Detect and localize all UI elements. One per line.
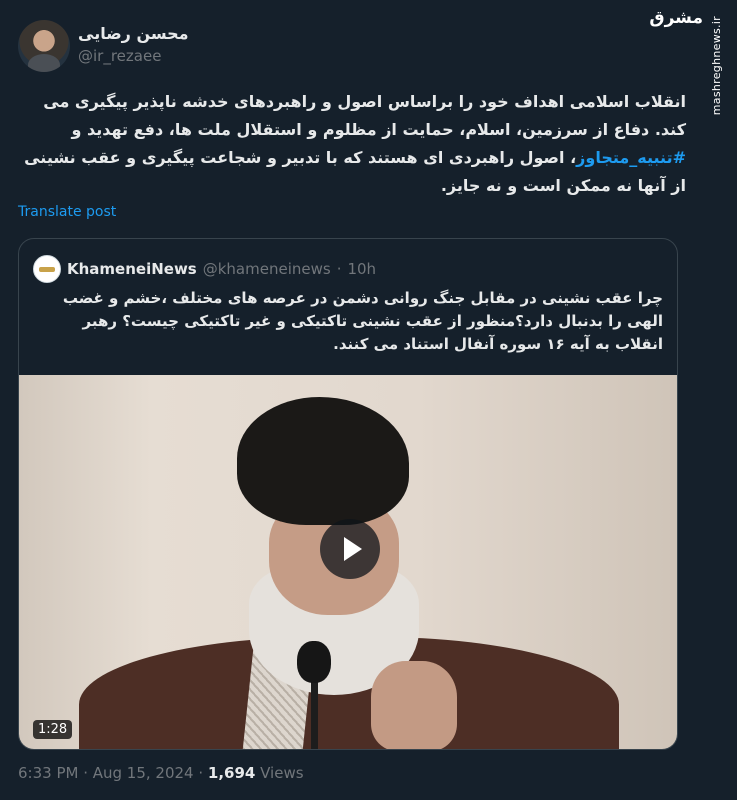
- hashtag-link[interactable]: #تنبیه_متجاوز: [576, 148, 686, 167]
- play-icon[interactable]: [320, 519, 380, 579]
- tweet-text-part1: انقلاب اسلامی اهداف خود را براساس اصول و…: [43, 92, 686, 139]
- video-frame-hand: [371, 661, 457, 749]
- video-frame-microphone: [297, 641, 331, 683]
- quoted-author-avatar[interactable]: [33, 255, 61, 283]
- views-count: 1,694: [207, 764, 256, 782]
- author-display-name[interactable]: محسن رضایی: [78, 24, 189, 43]
- separator-dot: ·: [336, 260, 342, 278]
- video-frame-mic-stand: [311, 679, 318, 749]
- video-player[interactable]: 1:28: [19, 375, 677, 749]
- quoted-tweet-header: KhameneiNews @khameneinews · 10h: [33, 255, 376, 283]
- video-frame-turban: [237, 397, 409, 525]
- quoted-tweet-card[interactable]: KhameneiNews @khameneinews · 10h چرا عقب…: [18, 238, 678, 750]
- tweet-timestamp[interactable]: 6:33 PM · Aug 15, 2024 ·: [18, 764, 208, 782]
- video-duration-badge: 1:28: [33, 720, 73, 739]
- tweet-header: محسن رضایی @ir_rezaee: [0, 12, 737, 82]
- quoted-author-handle[interactable]: @khameneinews: [203, 260, 331, 278]
- tweet-meta: 6:33 PM · Aug 15, 2024 · 1,694 Views: [18, 764, 304, 782]
- watermark-url: mashreghnews.ir: [710, 16, 723, 116]
- translate-post-link[interactable]: Translate post: [18, 204, 116, 220]
- author-avatar[interactable]: [18, 20, 70, 72]
- tweet-body: انقلاب اسلامی اهداف خود را براساس اصول و…: [18, 88, 686, 200]
- quoted-timestamp[interactable]: 10h: [347, 260, 376, 278]
- watermark-logo: مشرق: [649, 8, 703, 28]
- views-label: Views: [255, 764, 304, 782]
- author-info: محسن رضایی @ir_rezaee: [78, 24, 189, 65]
- quoted-author-name[interactable]: KhameneiNews: [67, 260, 197, 278]
- quoted-tweet-text: چرا عقب نشینی در مقابل جنگ روانی دشمن در…: [62, 289, 663, 353]
- author-handle[interactable]: @ir_rezaee: [78, 47, 189, 65]
